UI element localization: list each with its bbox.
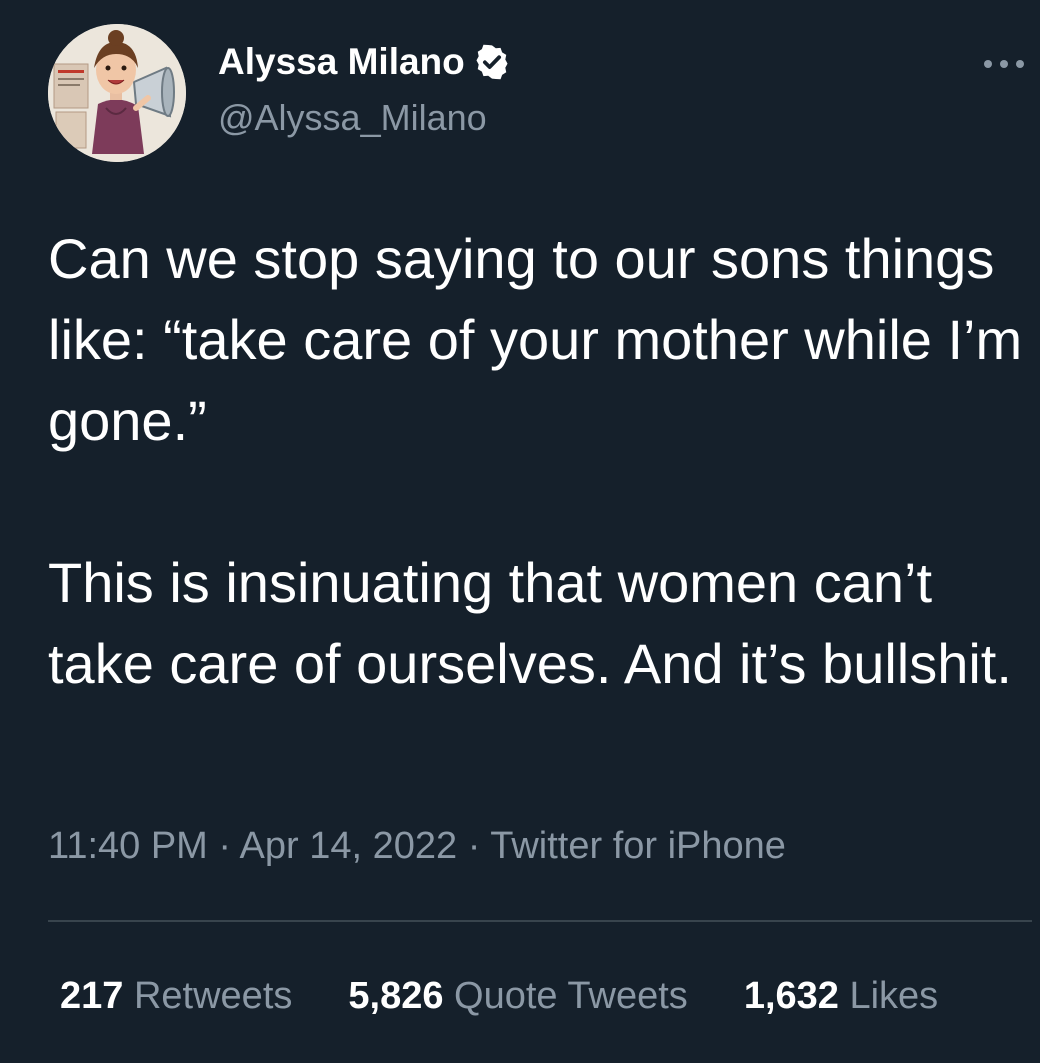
tweet-date[interactable]: Apr 14, 2022 xyxy=(240,825,458,867)
more-dots-icon xyxy=(984,60,1024,68)
quote-tweets-label: Quote Tweets xyxy=(454,975,688,1017)
tweet-source[interactable]: Twitter for iPhone xyxy=(490,825,786,867)
tweet-paragraph: This is insinuating that women can’t tak… xyxy=(48,551,1012,695)
tweet-paragraph: Can we stop saying to our sons things li… xyxy=(48,227,1023,452)
tweet-text: Can we stop saying to our sons things li… xyxy=(48,218,1033,704)
retweets-count: 217 xyxy=(60,975,124,1017)
tweet-time[interactable]: 11:40 PM xyxy=(48,825,208,867)
retweets-label: Retweets xyxy=(133,975,293,1017)
likes-label: Likes xyxy=(849,975,939,1017)
tweet-metadata: 11:40 PM · Apr 14, 2022 · Twitter for iP… xyxy=(48,822,786,870)
author-handle[interactable]: @Alyssa_Milano xyxy=(218,94,487,142)
meta-separator: · xyxy=(467,825,481,867)
retweets-stat[interactable]: 217 Retweets xyxy=(60,972,292,1020)
likes-stat[interactable]: 1,632 Likes xyxy=(744,972,938,1020)
likes-count: 1,632 xyxy=(743,975,839,1017)
more-options-button[interactable] xyxy=(978,44,1030,84)
author-name-row[interactable]: Alyssa Milano xyxy=(218,38,511,86)
divider xyxy=(48,920,1032,922)
meta-separator: · xyxy=(218,825,232,867)
verified-badge-icon xyxy=(476,44,508,80)
caricature-avatar-icon xyxy=(48,24,186,162)
avatar[interactable] xyxy=(48,24,186,162)
author-display-name[interactable]: Alyssa Milano xyxy=(218,38,465,86)
quote-tweets-stat[interactable]: 5,826 Quote Tweets xyxy=(348,972,687,1020)
quote-tweets-count: 5,826 xyxy=(348,975,444,1017)
tweet-stats: 217 Retweets 5,826 Quote Tweets 1,632 Li… xyxy=(60,972,938,1020)
